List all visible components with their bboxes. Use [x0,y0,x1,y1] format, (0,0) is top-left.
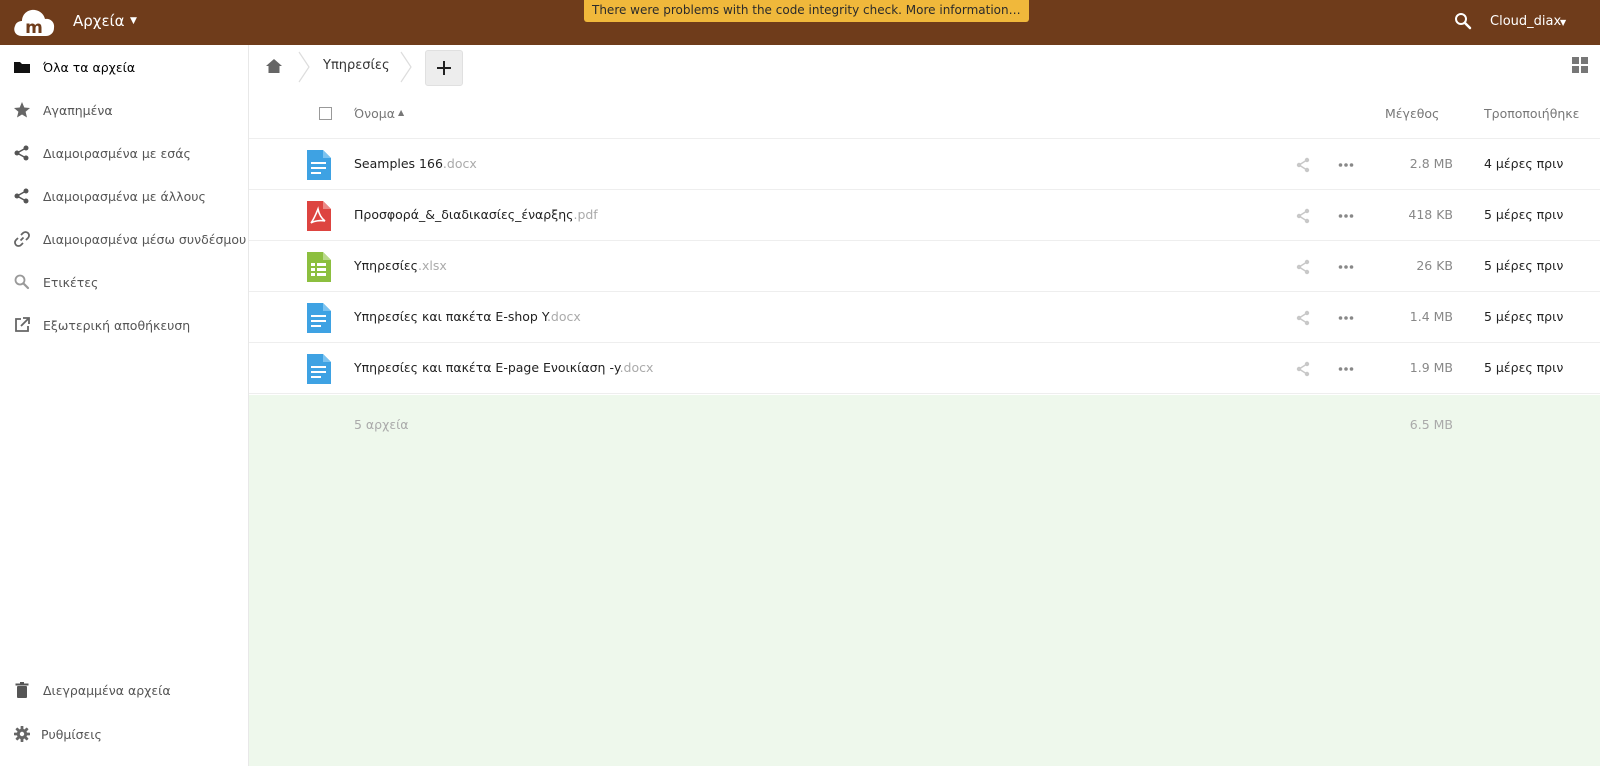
grid-view-icon[interactable] [1572,57,1588,73]
sidebar-item-label: Όλα τα αρχεία [43,59,136,75]
search-icon[interactable] [1454,12,1472,30]
file-modified: 5 μέρες πριν [1484,360,1564,375]
star-icon [14,102,30,118]
tag-search-icon [14,274,30,290]
file-extension: .pdf [573,207,598,222]
share-icon[interactable] [1295,361,1311,377]
caret-down-icon[interactable]: ▼ [130,16,137,26]
sidebar-item-shared-by-link[interactable]: Διαμοιρασμένα μέσω συνδέσμου [0,219,249,259]
column-name-header[interactable]: Όνομα [354,106,395,121]
file-modified: 5 μέρες πριν [1484,309,1564,324]
select-all-checkbox[interactable] [319,107,332,120]
sidebar: Όλα τα αρχεία Αγαπημένα Διαμοιρασμένα με… [0,45,249,766]
file-name[interactable]: Προσφορά_&_διαδικασίες_έναρξης.pdf [354,207,598,222]
share-icon[interactable] [1295,208,1311,224]
file-modified: 5 μέρες πριν [1484,207,1564,222]
file-size: 2.8 MB [1409,156,1453,171]
share-icon[interactable] [1295,310,1311,326]
breadcrumb-separator [400,51,412,83]
file-size: 1.9 MB [1409,360,1453,375]
sidebar-item-label: Διαμοιρασμένα μέσω συνδέσμου [43,231,247,247]
sidebar-item-external-storage[interactable]: Εξωτερική αποθήκευση [0,305,249,345]
file-modified: 4 μέρες πριν [1484,156,1564,171]
more-options-icon[interactable] [1338,361,1354,377]
share-icon[interactable] [1295,259,1311,275]
sidebar-item-shared-with-others[interactable]: Διαμοιρασμένα με άλλους [0,176,249,216]
file-extension: .docx [442,156,477,171]
file-name[interactable]: Υπηρεσίες και πακέτα E-page Ενοικίαση -y… [354,360,653,375]
sidebar-item-label: Εξωτερική αποθήκευση [43,317,191,333]
sidebar-item-trash[interactable]: Διεγραμμένα αρχεία [0,670,249,710]
file-extension: .docx [619,360,654,375]
file-name[interactable]: Seamples 166.docx [354,156,477,171]
integrity-warning[interactable]: There were problems with the code integr… [584,0,1029,22]
file-extension: .docx [546,309,581,324]
file-name[interactable]: Υπηρεσίες.xlsx [354,258,447,273]
top-header: m Αρχεία ▼ There were problems with the … [0,0,1600,45]
sidebar-item-favorites[interactable]: Αγαπημένα [0,90,249,130]
sidebar-item-tags[interactable]: Ετικέτες [0,262,249,302]
document-file-icon [307,303,331,333]
sidebar-item-label: Διεγραμμένα αρχεία [43,682,171,698]
sidebar-item-all-files[interactable]: Όλα τα αρχεία [0,47,249,87]
more-options-icon[interactable] [1338,310,1354,326]
column-modified-header[interactable]: Τροποποιήθηκε [1484,106,1579,121]
file-size: 26 KB [1416,258,1453,273]
folder-icon [14,62,30,73]
document-file-icon [307,354,331,384]
external-icon [15,317,30,332]
spreadsheet-file-icon [307,252,331,282]
sidebar-item-label: Αγαπημένα [43,102,113,118]
sidebar-item-label: Ετικέτες [43,274,99,290]
breadcrumb-current[interactable]: Υπηρεσίες [323,58,390,73]
file-list-summary: 5 αρχεία 6.5 MB [249,395,1600,766]
file-modified: 5 μέρες πριν [1484,258,1564,273]
table-row[interactable]: Υπηρεσίες.xlsx 26 KB 5 μέρες πριν [249,241,1600,292]
file-list-area: Υπηρεσίες Όνομα ▲ Μέγεθος Τροποποιήθηκε … [249,45,1600,766]
share-icon[interactable] [1295,157,1311,173]
sidebar-item-shared-with-you[interactable]: Διαμοιρασμένα με εσάς [0,133,249,173]
table-row[interactable]: Seamples 166.docx 2.8 MB 4 μέρες πριν [249,139,1600,190]
table-row[interactable]: Υπηρεσίες και πακέτα E-shop Y.docx 1.4 M… [249,292,1600,343]
caret-down-icon[interactable]: ▼ [1560,18,1566,27]
new-file-button[interactable] [425,50,463,86]
svg-text:m: m [25,18,43,38]
summary-total-size: 6.5 MB [1409,417,1453,432]
table-row[interactable]: Υπηρεσίες και πακέτα E-page Ενοικίαση -y… [249,343,1600,394]
sidebar-settings[interactable]: Ρυθμίσεις [0,714,249,754]
home-icon[interactable] [265,57,283,75]
app-name[interactable]: Αρχεία [73,12,125,30]
file-size: 418 KB [1408,207,1453,222]
pdf-file-icon [307,201,331,231]
table-row[interactable]: Προσφορά_&_διαδικασίες_έναρξης.pdf 418 K… [249,190,1600,241]
more-options-icon[interactable] [1338,208,1354,224]
gear-icon [14,726,30,742]
more-options-icon[interactable] [1338,259,1354,275]
share-icon [14,145,29,161]
file-name[interactable]: Υπηρεσίες και πακέτα E-shop Y.docx [354,309,581,324]
sort-ascending-icon[interactable]: ▲ [398,108,404,117]
sidebar-item-label: Διαμοιρασμένα με εσάς [43,145,191,161]
breadcrumb-separator [298,51,310,83]
document-file-icon [307,150,331,180]
settings-label: Ρυθμίσεις [41,726,102,742]
link-icon [14,231,30,247]
user-menu[interactable]: Cloud_diax [1490,14,1561,29]
sidebar-item-label: Διαμοιρασμένα με άλλους [43,188,206,204]
cloud-logo-icon[interactable]: m [12,5,56,39]
breadcrumb: Υπηρεσίες [249,45,1600,89]
summary-file-count: 5 αρχεία [354,417,409,432]
more-options-icon[interactable] [1338,157,1354,173]
share-icon [14,188,29,204]
plus-icon [437,61,451,75]
column-size-header[interactable]: Μέγεθος [1385,106,1439,121]
trash-icon [15,682,29,698]
file-extension: .xlsx [418,258,447,273]
file-size: 1.4 MB [1409,309,1453,324]
